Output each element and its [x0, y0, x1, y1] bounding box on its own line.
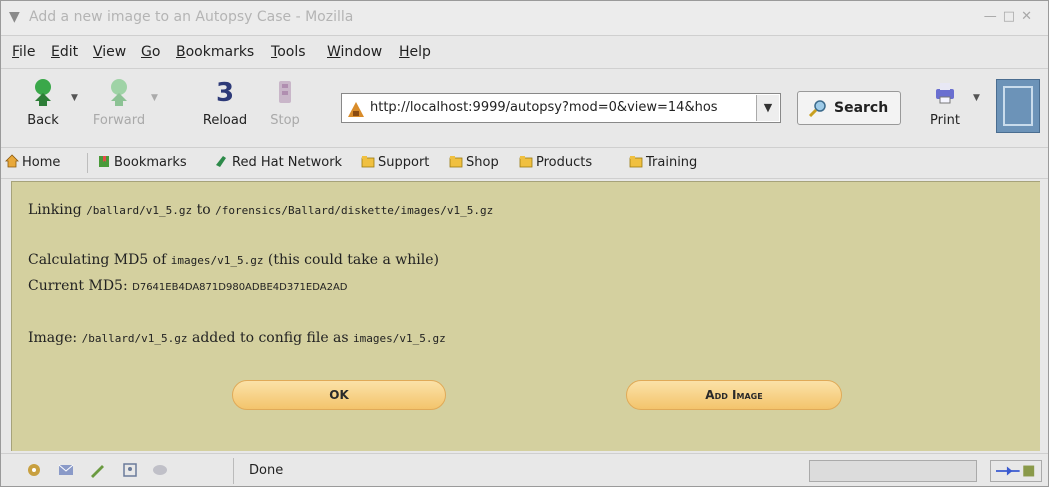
window-controls[interactable]: —□✕ [984, 9, 1038, 24]
forward-label: Forward [92, 113, 146, 128]
back-button[interactable]: Back [15, 77, 71, 128]
status-bar: Done [1, 453, 1048, 486]
stop-icon [279, 81, 291, 103]
search-label: Search [834, 100, 889, 116]
md5-image-path: images/v1_5.gz [170, 254, 264, 267]
add-image-button[interactable]: Add Image [626, 380, 842, 410]
linking-to-text: to [192, 202, 216, 218]
reload-button[interactable]: 3 Reload [197, 77, 253, 128]
calculating-suffix: (this could take a while) [263, 252, 439, 268]
address-bar[interactable]: http://localhost:9999/autopsy?mod=0&view… [341, 93, 781, 123]
calculating-line: Calculating MD5 of images/v1_5.gz (this … [28, 252, 439, 268]
print-dropdown-icon[interactable]: ▼ [973, 93, 980, 103]
address-dropdown-icon[interactable]: ▼ [756, 95, 779, 121]
menu-help[interactable]: Help [399, 44, 431, 60]
home-icon [5, 154, 19, 168]
image-prefix: Image: [28, 330, 82, 346]
toolbar-support-link[interactable]: Support [361, 154, 429, 170]
toolbar-red-hat-network-link[interactable]: Red Hat Network [215, 154, 342, 170]
address-input[interactable]: http://localhost:9999/autopsy?mod=0&view… [370, 100, 752, 115]
red-hat-icon [216, 156, 226, 167]
composer-icon[interactable] [89, 462, 107, 478]
search-button[interactable]: Search [797, 91, 901, 125]
toolbar-separator [87, 153, 88, 173]
page-content: Linking /ballard/v1_5.gz to /forensics/B… [11, 181, 1040, 451]
folder-icon [629, 156, 643, 168]
training-label: Training [646, 155, 698, 170]
status-separator [233, 458, 234, 484]
toolbar-bookmarks-link[interactable]: Bookmarks [97, 154, 187, 170]
irc-icon[interactable] [151, 462, 169, 478]
progress-bar [809, 460, 977, 482]
source-path: /ballard/v1_5.gz [86, 204, 193, 217]
back-label: Back [27, 113, 59, 128]
mail-icon[interactable] [57, 462, 75, 478]
back-arrow-icon [35, 79, 51, 106]
shop-label: Shop [466, 155, 499, 170]
toolbar-home-link[interactable]: Home [5, 154, 60, 170]
window-menu-icon[interactable]: ▼ [9, 9, 20, 25]
folder-icon [449, 156, 463, 168]
online-status-icon [996, 465, 1035, 477]
minimize-icon[interactable]: — [984, 9, 1003, 24]
forward-arrow-icon [111, 79, 127, 106]
folder-icon [519, 156, 533, 168]
back-dropdown-icon[interactable]: ▼ [71, 93, 78, 103]
toolbar-products-link[interactable]: Products [519, 154, 592, 170]
md5-hash-value: D7641EB4DA871D980ADBE4D371EDA2AD [132, 282, 348, 293]
stop-button[interactable]: Stop [257, 77, 313, 128]
added-to-config-text: added to config file as [187, 330, 354, 346]
menu-view[interactable]: View [93, 44, 126, 60]
toolbar-shop-link[interactable]: Shop [449, 154, 499, 170]
menu-tools[interactable]: Tools [271, 44, 306, 60]
menu-file[interactable]: File [12, 44, 35, 60]
image-path: /ballard/v1_5.gz [81, 332, 188, 345]
toolbar-training-link[interactable]: Training [629, 154, 697, 170]
linking-line: Linking /ballard/v1_5.gz to /forensics/B… [28, 202, 493, 218]
stop-label: Stop [270, 113, 300, 128]
current-md5-label: Current MD5: [28, 278, 133, 294]
navigator-icon[interactable] [25, 462, 43, 478]
current-md5-line: Current MD5: D7641EB4DA871D980ADBE4D371E… [28, 278, 348, 294]
forward-button[interactable]: Forward [91, 77, 147, 128]
bookmarks-label: Bookmarks [114, 155, 187, 170]
svg-text:3: 3 [216, 78, 234, 108]
support-label: Support [378, 155, 430, 170]
red-hat-network-label: Red Hat Network [232, 155, 343, 170]
menu-bookmarks[interactable]: Bookmarks [176, 44, 254, 60]
calculating-prefix: Calculating MD5 of [28, 252, 171, 268]
folder-icon [361, 156, 375, 168]
forward-dropdown-icon[interactable]: ▼ [151, 93, 158, 103]
site-icon [348, 102, 364, 117]
navigation-toolbar: Back ▼ Forward ▼ 3 Reload Stop http://lo… [1, 69, 1048, 148]
home-label: Home [22, 155, 61, 170]
browser-window: ▼ Add a new image to an Autopsy Case - M… [0, 0, 1049, 487]
destination-path: /forensics/Ballard/diskette/images/v1_5.… [215, 204, 494, 217]
personal-toolbar: Home Bookmarks Red Hat Network Support S… [1, 148, 1048, 179]
menu-window[interactable]: Window [327, 44, 382, 60]
window-title: Add a new image to an Autopsy Case - Moz… [29, 9, 354, 25]
ok-button[interactable]: OK [232, 380, 446, 410]
products-label: Products [536, 155, 593, 170]
menu-edit[interactable]: Edit [51, 44, 78, 60]
address-book-icon[interactable] [121, 462, 139, 478]
linking-prefix: Linking [28, 202, 87, 218]
print-label: Print [930, 113, 960, 128]
maximize-icon[interactable]: □ [1003, 9, 1021, 24]
menu-bar: File Edit View Go Bookmarks Tools Window… [1, 36, 1048, 69]
bookmarks-icon [99, 156, 109, 167]
title-bar: ▼ Add a new image to an Autopsy Case - M… [1, 1, 1048, 36]
reload-icon: 3 [216, 78, 234, 108]
close-icon[interactable]: ✕ [1021, 9, 1038, 24]
reload-label: Reload [202, 113, 248, 128]
print-icon [936, 83, 954, 104]
search-icon [808, 100, 826, 117]
config-image-path: images/v1_5.gz [353, 332, 446, 345]
security-indicator[interactable] [990, 460, 1042, 482]
image-added-line: Image: /ballard/v1_5.gz added to config … [28, 330, 446, 346]
print-button[interactable]: Print [917, 77, 973, 128]
menu-go[interactable]: Go [141, 44, 160, 60]
status-text: Done [249, 463, 284, 478]
throbber-icon[interactable] [996, 79, 1040, 133]
